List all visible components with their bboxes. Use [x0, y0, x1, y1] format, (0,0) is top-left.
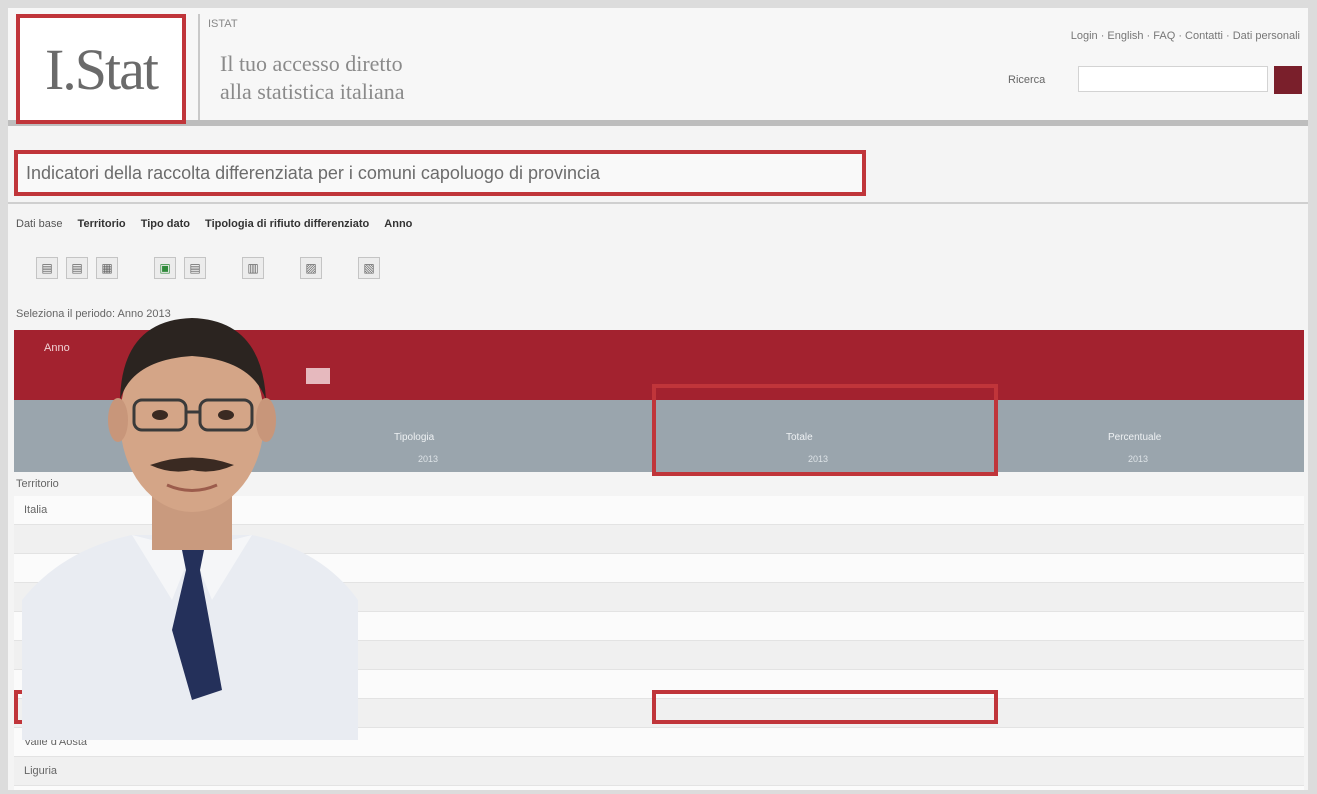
istat-logo[interactable]: I.Stat [16, 14, 186, 124]
doc-icon[interactable]: ▤ [66, 257, 88, 279]
search-input[interactable] [1078, 66, 1268, 92]
doc-icon[interactable]: ▤ [36, 257, 58, 279]
title-divider [8, 202, 1308, 204]
column-header-1: Tipologia [394, 432, 435, 443]
logo-text: I.Stat [44, 36, 159, 102]
table-icon[interactable]: ▦ [96, 257, 118, 279]
column-year-1: 2013 [418, 454, 439, 464]
column-year-3: 2013 [1128, 454, 1149, 464]
logo-subtitle: ISTAT [208, 18, 238, 30]
dimension-label: Dati base [16, 218, 63, 230]
tagline-line-1: Il tuo accesso diretto [220, 51, 403, 76]
dimension-territorio[interactable]: Territorio [78, 218, 126, 230]
cell-highlight-box [652, 690, 998, 724]
pdf-icon[interactable]: ▥ [242, 257, 264, 279]
table-row: Liguria [14, 757, 1304, 786]
istat-page: I.Stat ISTAT Il tuo accesso diretto alla… [8, 8, 1308, 790]
column-highlight-box [652, 384, 998, 476]
top-nav-links[interactable]: Login · English · FAQ · Contatti · Dati … [1071, 30, 1300, 42]
header-divider [198, 14, 200, 120]
page-title: Indicatori della raccolta differenziata … [26, 162, 600, 183]
tagline-line-2: alla statistica italiana [220, 79, 405, 104]
table-row: Lombardia [14, 786, 1304, 790]
excel-icon[interactable]: ▣ [154, 257, 176, 279]
dimension-bar: Dati base Territorio Tipo dato Tipologia… [16, 218, 412, 230]
search-label: Ricerca [1008, 74, 1046, 86]
site-header: I.Stat ISTAT Il tuo accesso diretto alla… [8, 8, 1308, 126]
column-header-3: Percentuale [1108, 432, 1162, 443]
dimension-anno[interactable]: Anno [384, 218, 412, 230]
presenter-photo [22, 318, 358, 740]
dimension-tipo-dato[interactable]: Tipo dato [141, 218, 190, 230]
chart-icon[interactable]: ▨ [300, 257, 322, 279]
toolbar: ▤ ▤ ▦ ▣ ▤ ▥ ▨ ▧ [36, 252, 388, 284]
site-tagline: Il tuo accesso diretto alla statistica i… [220, 50, 404, 106]
search-button[interactable] [1274, 66, 1302, 94]
dimension-tipologia[interactable]: Tipologia di rifiuto differenziato [205, 218, 369, 230]
csv-icon[interactable]: ▤ [184, 257, 206, 279]
row-label[interactable]: Liguria [24, 765, 57, 777]
page-title-box: Indicatori della raccolta differenziata … [14, 150, 866, 196]
print-icon[interactable]: ▧ [358, 257, 380, 279]
